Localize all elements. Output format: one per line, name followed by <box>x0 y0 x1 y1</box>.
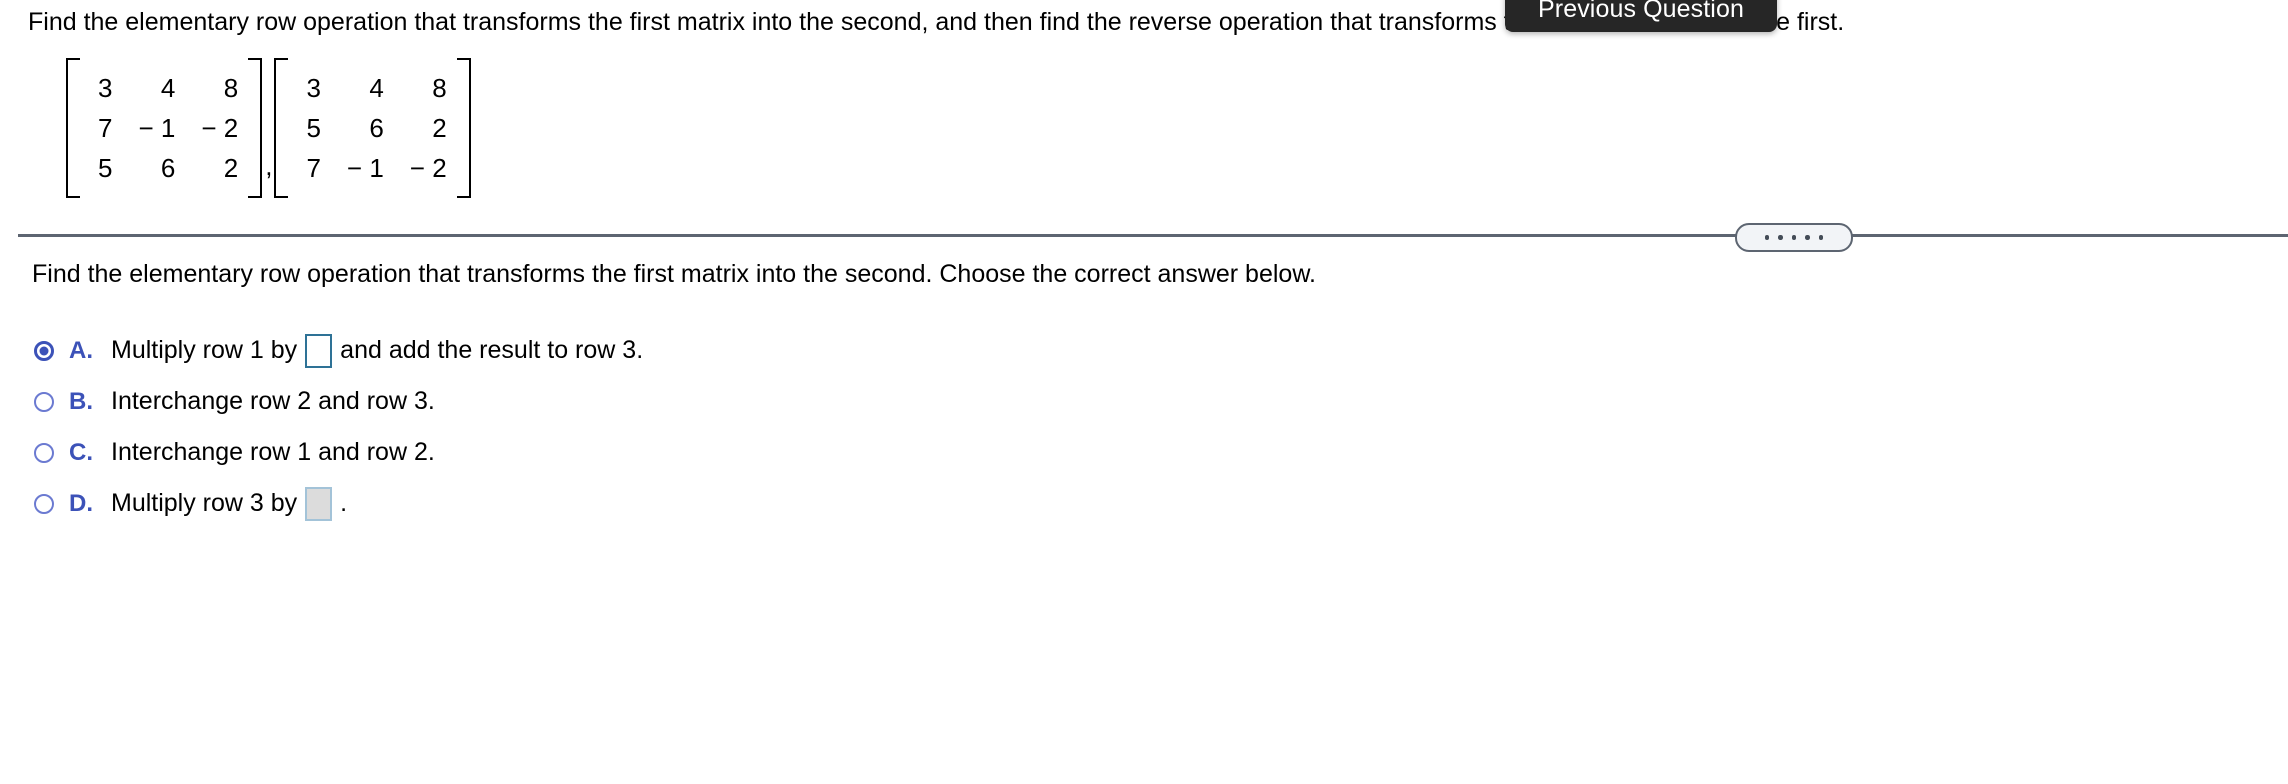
second-matrix: 3 4 8 5 6 2 7 − 1 − 2 <box>274 58 471 198</box>
matrix-cell: 6 <box>160 153 176 183</box>
radio-button[interactable] <box>34 391 54 412</box>
matrix-cell: 4 <box>160 73 176 103</box>
more-options-button[interactable] <box>1735 223 1853 252</box>
option-text-segment: Interchange row 1 and row 2. <box>111 438 435 466</box>
matrix-cell: 3 <box>98 73 113 103</box>
option-letter: A. <box>69 336 93 364</box>
option-text: Multiply row 1 by and add the result to r… <box>111 333 644 368</box>
matrix-pair: 3 4 8 7 − 1 − 2 5 6 2 , 3 4 8 5 6 2 7 − … <box>66 58 471 198</box>
bracket-left-icon <box>66 58 80 198</box>
matrix-separator: , <box>265 151 273 181</box>
matrix-cell: 6 <box>369 113 384 143</box>
option-letter: C. <box>69 438 93 466</box>
ellipsis-dot-icon <box>1778 235 1783 240</box>
question-prompt: Find the elementary row operation that t… <box>32 260 1316 288</box>
ellipsis-dot-icon <box>1818 235 1824 240</box>
matrix-cell: 7 <box>306 153 321 183</box>
answer-option-b[interactable]: B. Interchange row 2 and row 3. <box>34 376 1234 427</box>
table-row: 3 4 8 <box>298 68 446 108</box>
ellipsis-dot-icon <box>1791 235 1797 240</box>
bracket-left-icon <box>274 58 289 198</box>
option-letter: B. <box>69 387 93 415</box>
table-row: 5 6 2 <box>90 148 238 188</box>
answer-option-c[interactable]: C. Interchange row 1 and row 2. <box>34 427 1234 478</box>
matrix-cell: − 2 <box>201 113 239 143</box>
option-text-segment: Multiply row 3 by <box>111 489 298 517</box>
matrix-cell: − 1 <box>138 113 176 143</box>
answer-input-box <box>305 486 333 521</box>
matrix-cell: 5 <box>306 113 321 143</box>
option-text: Interchange row 1 and row 2. <box>111 438 435 467</box>
first-matrix: 3 4 8 7 − 1 − 2 5 6 2 <box>66 58 263 198</box>
answer-input-box[interactable] <box>305 333 333 368</box>
radio-button[interactable] <box>34 493 54 514</box>
answer-option-a[interactable]: A. Multiply row 1 by and add the result to… <box>34 325 1234 376</box>
matrix-cell: 3 <box>306 73 321 103</box>
option-text-segment: . <box>340 489 348 517</box>
ellipsis-dot-icon <box>1805 235 1810 240</box>
option-text-segment: and add the result to row 3. <box>340 336 644 364</box>
matrix-cell: 4 <box>369 73 384 103</box>
matrix-cell: − 1 <box>346 153 384 183</box>
answer-option-d[interactable]: D. Multiply row 3 by. <box>34 478 1234 529</box>
matrix-cell: 8 <box>432 73 447 103</box>
previous-question-tooltip: Previous Question <box>1505 0 1777 32</box>
matrix-cell: 8 <box>223 73 239 103</box>
matrix-cell: 5 <box>98 153 113 183</box>
option-letter: D. <box>69 489 93 517</box>
table-row: 7 − 1 − 2 <box>90 108 238 148</box>
option-text: Interchange row 2 and row 3. <box>111 387 435 416</box>
answer-options: A. Multiply row 1 by and add the result to… <box>34 325 1234 529</box>
radio-button[interactable] <box>34 340 54 361</box>
table-row: 5 6 2 <box>298 108 446 148</box>
option-text-segment: Multiply row 1 by <box>111 336 298 364</box>
ellipsis-dot-icon <box>1764 235 1770 240</box>
table-row: 7 − 1 − 2 <box>298 148 446 188</box>
option-text: Multiply row 3 by. <box>111 486 348 521</box>
divider-line <box>18 234 2288 237</box>
radio-button[interactable] <box>34 442 54 463</box>
bracket-right-icon <box>248 58 263 198</box>
matrix-cell: 7 <box>98 113 113 143</box>
table-row: 3 4 8 <box>90 68 238 108</box>
option-text-segment: Interchange row 2 and row 3. <box>111 387 435 415</box>
matrix-cell: 2 <box>223 153 239 183</box>
matrix-cell: − 2 <box>409 153 447 183</box>
matrix-cell: 2 <box>432 113 447 143</box>
bracket-right-icon <box>456 58 471 198</box>
